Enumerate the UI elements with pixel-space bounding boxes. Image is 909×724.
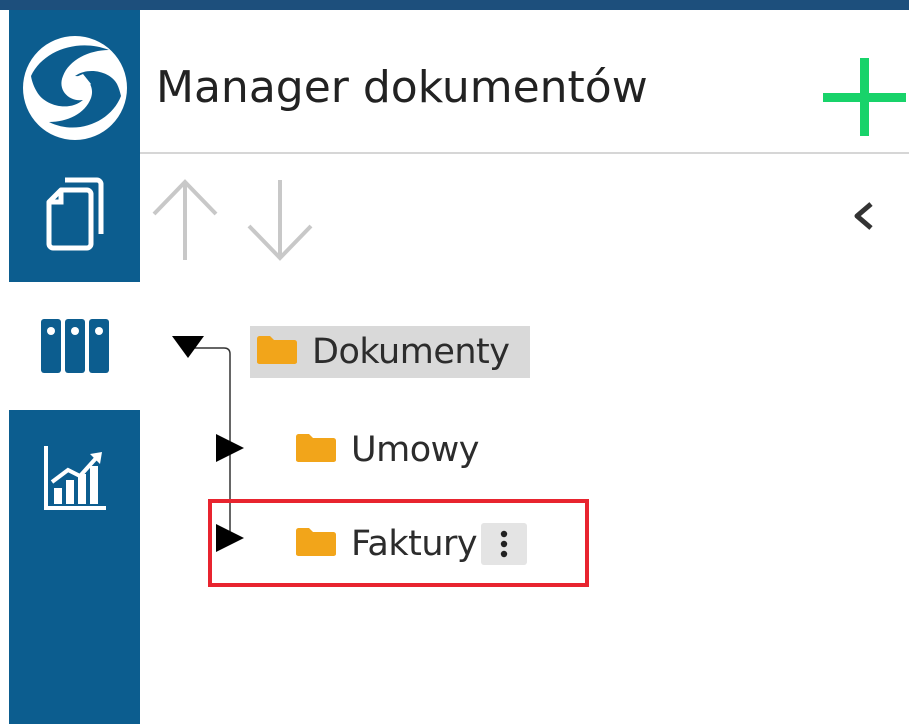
node-menu-button[interactable]: [481, 523, 528, 565]
move-up-button[interactable]: [150, 178, 220, 262]
more-vertical-icon: [500, 530, 508, 558]
binders-icon: [40, 319, 109, 373]
tree-node-faktury[interactable]: Faktury: [295, 518, 528, 570]
folder-icon: [256, 335, 298, 369]
sidebar-item-reports[interactable]: [9, 414, 140, 542]
header: Manager dokumentów: [140, 10, 909, 154]
chart-icon: [43, 446, 106, 510]
documents-icon: [46, 177, 103, 251]
folder-tree: Dokumenty Umowy Faktury: [140, 300, 909, 724]
collapse-panel-button[interactable]: [843, 196, 883, 236]
tree-node-label: Umowy: [351, 430, 479, 470]
tree-node-label: Dokumenty: [312, 332, 510, 372]
triangle-right-icon: [216, 524, 244, 552]
sidebar: [9, 10, 140, 724]
page-title: Manager dokumentów: [156, 62, 648, 113]
title-bar-strip: [0, 0, 909, 10]
move-down-button[interactable]: [245, 178, 315, 262]
triangle-down-icon: [172, 336, 204, 358]
tree-node-dokumenty[interactable]: Dokumenty: [250, 326, 530, 378]
tree-node-umowy[interactable]: Umowy: [295, 424, 479, 476]
plus-icon: [823, 58, 906, 136]
window-edge: [0, 10, 9, 724]
arrow-down-icon: [247, 180, 313, 261]
folder-icon: [295, 527, 337, 561]
app-window: Manager dokumentów Dokumenty Umowy Faktu…: [0, 0, 909, 724]
tree-expander-umowy[interactable]: [214, 432, 246, 464]
logo-icon: [23, 36, 127, 140]
arrow-up-icon: [152, 179, 218, 260]
add-button[interactable]: [820, 52, 909, 142]
tree-expander-faktury[interactable]: [214, 522, 246, 554]
app-logo: [9, 10, 140, 150]
chevron-left-icon: [854, 202, 873, 230]
tree-expander-dokumenty[interactable]: [170, 334, 206, 360]
folder-icon: [295, 433, 337, 467]
triangle-right-icon: [216, 434, 244, 462]
sidebar-item-binders[interactable]: [9, 282, 140, 410]
tree-node-label: Faktury: [351, 524, 478, 564]
sidebar-item-documents[interactable]: [9, 150, 140, 278]
